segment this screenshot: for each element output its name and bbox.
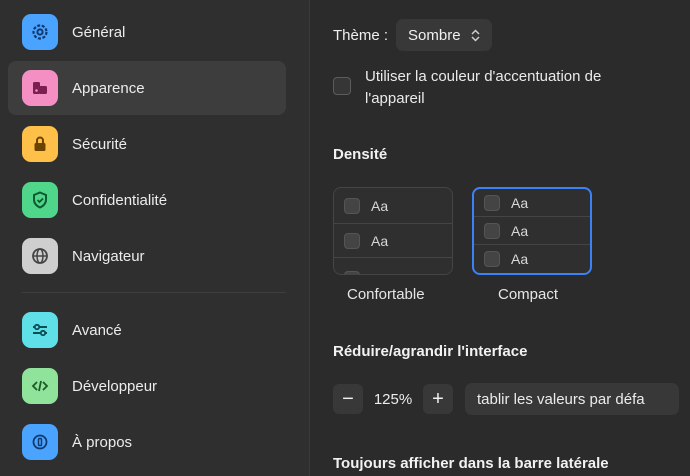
density-option-compact[interactable]: Aa Aa Aa [472, 187, 592, 275]
preview-sample-text: Aa [511, 222, 529, 239]
zoom-in-button[interactable]: + [423, 384, 453, 414]
accent-color-option: Utiliser la couleur d'accentuation de l'… [333, 66, 665, 110]
density-option-comfortable[interactable]: Aa Aa Aa [333, 187, 453, 275]
sidebar-item-avance[interactable]: Avancé [8, 303, 286, 357]
sidebar-item-label: À propos [72, 433, 133, 451]
chevron-up-down-icon [471, 28, 480, 42]
sidebar-item-confidentialite[interactable]: Confidentialité [8, 173, 286, 227]
density-option-comfortable-label: Confortable [347, 286, 425, 303]
palette-icon [22, 70, 58, 106]
sidebar-item-a-propos[interactable]: À propos [8, 415, 286, 469]
preview-row: Aa [334, 188, 452, 224]
sidebar-item-apparence[interactable]: Apparence [8, 61, 286, 115]
preview-sample-text: Aa [371, 232, 389, 249]
density-section-title: Densité [333, 146, 388, 163]
sidebar-section-title: Toujours afficher dans la barre latérale [333, 455, 609, 472]
sidebar-item-securite[interactable]: Sécurité [8, 117, 286, 171]
zoom-section-title: Réduire/agrandir l'interface [333, 343, 528, 360]
sidebar-divider [22, 292, 286, 293]
gear-icon [22, 14, 58, 50]
sidebar-item-label: Sécurité [72, 135, 128, 153]
reset-defaults-button[interactable]: tablir les valeurs par défa [465, 383, 679, 415]
preview-checkbox [484, 251, 500, 267]
sidebar-item-general[interactable]: Général [8, 5, 286, 59]
sidebar-item-label: Apparence [72, 79, 145, 97]
sidebar-item-label: Général [72, 23, 126, 41]
sidebar-item-navigateur[interactable]: Navigateur [8, 229, 286, 283]
sliders-icon [22, 312, 58, 348]
sidebar-item-label: Développeur [72, 377, 158, 395]
preview-checkbox [344, 271, 360, 274]
preview-sample-text: Aa [371, 271, 388, 274]
zoom-controls: − 125% + tablir les valeurs par défa [333, 383, 679, 415]
settings-content: Thème : Sombre Utiliser la couleur d'acc… [311, 0, 690, 476]
preview-row: Aa [474, 217, 590, 245]
code-icon [22, 368, 58, 404]
sidebar-item-label: Avancé [72, 321, 122, 339]
globe-icon [22, 238, 58, 274]
sidebar-item-label: Navigateur [72, 247, 145, 265]
preview-checkbox [484, 222, 500, 239]
theme-select-value: Sombre [408, 26, 461, 44]
theme-row: Thème : Sombre [333, 19, 492, 51]
sidebar-item-label: Confidentialité [72, 191, 168, 209]
preview-row: Aa [334, 224, 452, 258]
sidebar-item-developpeur[interactable]: Développeur [8, 359, 286, 413]
theme-label: Thème : [333, 26, 389, 44]
preview-row: Aa [474, 245, 590, 273]
theme-select[interactable]: Sombre [396, 19, 492, 51]
preview-sample-text: Aa [371, 197, 389, 214]
accent-color-checkbox[interactable] [333, 77, 351, 95]
preview-sample-text: Aa [511, 194, 529, 211]
settings-sidebar: Général Apparence Sécurité Confidentiali… [0, 0, 310, 476]
info-icon [22, 424, 58, 460]
shield-icon [22, 182, 58, 218]
preview-checkbox [484, 194, 500, 211]
zoom-level-value: 125% [373, 390, 413, 408]
preview-checkbox [344, 232, 360, 249]
preview-sample-text: Aa [511, 251, 529, 267]
preview-row: Aa [334, 264, 452, 274]
density-option-compact-label: Compact [498, 286, 559, 303]
preview-checkbox [344, 197, 360, 214]
preview-row: Aa [474, 189, 590, 217]
accent-color-label: Utiliser la couleur d'accentuation de l'… [365, 68, 602, 107]
zoom-out-button[interactable]: − [333, 384, 363, 414]
lock-icon [22, 126, 58, 162]
